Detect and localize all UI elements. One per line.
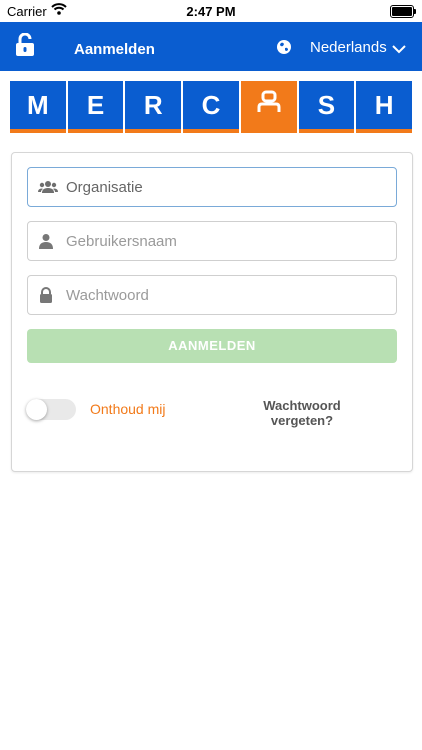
language-selector[interactable]: Nederlands: [310, 39, 387, 56]
clock-label: 2:47 PM: [186, 4, 236, 19]
battery-icon: [390, 5, 416, 18]
remember-me-label[interactable]: Onthoud mij: [90, 401, 165, 417]
logo-letter: M: [27, 89, 49, 120]
organisation-placeholder: Organisatie: [66, 179, 143, 196]
globe-icon[interactable]: [276, 39, 292, 60]
remember-me-toggle[interactable]: [26, 399, 76, 420]
unlock-icon[interactable]: [14, 32, 36, 62]
login-card: Organisatie Gebruikersnaam Wachtwoord AA…: [11, 152, 413, 472]
username-placeholder: Gebruikersnaam: [66, 233, 177, 250]
organisation-field[interactable]: Organisatie: [27, 167, 397, 207]
toggle-knob: [26, 399, 47, 420]
logo-tile: R: [125, 81, 182, 133]
logo-letter: E: [86, 89, 105, 120]
password-field[interactable]: Wachtwoord: [27, 275, 397, 315]
person-icon: [256, 90, 282, 121]
logo-letter: H: [374, 89, 394, 120]
users-icon: [38, 179, 58, 200]
lock-icon: [38, 287, 54, 308]
navigation-bar: Aanmelden Nederlands: [0, 22, 422, 71]
logo-tile: C: [183, 81, 239, 133]
logo-person-tile: [240, 81, 297, 133]
logo-tile: H: [356, 81, 413, 133]
chevron-down-icon[interactable]: [392, 41, 406, 59]
logo-letter: R: [143, 89, 163, 120]
status-bar: Carrier 2:47 PM: [0, 0, 422, 22]
login-button[interactable]: AANMELDEN: [27, 329, 397, 363]
logo-tile: M: [10, 81, 66, 133]
company-logo: M E R C S H: [10, 81, 413, 133]
page-title: Aanmelden: [74, 41, 155, 58]
password-placeholder: Wachtwoord: [66, 287, 149, 304]
logo-letter: C: [201, 89, 221, 120]
logo-letter: S: [317, 89, 336, 120]
user-icon: [38, 233, 54, 254]
logo-tile: E: [67, 81, 124, 133]
username-field[interactable]: Gebruikersnaam: [27, 221, 397, 261]
forgot-password-link[interactable]: Wachtwoord vergeten?: [252, 398, 352, 428]
logo-tile: S: [298, 81, 355, 133]
